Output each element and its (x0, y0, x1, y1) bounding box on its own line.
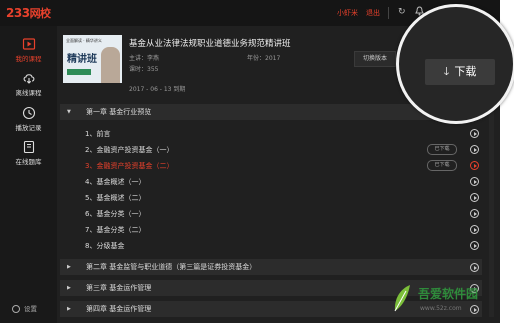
magnifier-callout: 🡓 下载 (396, 4, 514, 124)
divider (388, 7, 389, 19)
refresh-icon[interactable]: ↻ (398, 6, 406, 18)
logo-main: 233 (6, 6, 30, 20)
chapter-header[interactable]: ▶ 第二章 基金监管与职业道德（第三篇是证券投资基金） (60, 259, 482, 275)
lesson-item[interactable]: 6、基金分类（一） (85, 209, 145, 219)
play-square-icon (22, 36, 36, 50)
downloaded-badge: 已下载 (427, 144, 457, 155)
settings-button[interactable]: 设置 (12, 303, 37, 313)
course-cover: 全面解读 · 精华讲义 精讲班 (63, 35, 122, 83)
switch-version-button[interactable]: 切换版本 (354, 51, 396, 67)
course-teacher: 主讲：李燕 (129, 55, 160, 62)
sidebar-item-label: 在线题库 (15, 158, 42, 166)
teacher-photo (101, 47, 120, 83)
lesson-item-active[interactable]: 3、金融资产投资基金（二） (85, 161, 173, 171)
chapter-title: 第一章 基金行业预览 (86, 108, 152, 116)
sidebar-item-offline-courses[interactable]: 离线课程 (0, 70, 57, 106)
lesson-item[interactable]: 4、基金概述（一） (85, 177, 145, 187)
play-icon[interactable] (470, 161, 479, 170)
lesson-item[interactable]: 1、前言 (85, 129, 110, 139)
sidebar-item-question-bank[interactable]: 在线题库 (0, 139, 57, 175)
play-icon[interactable] (470, 225, 479, 234)
download-label: 下载 (454, 65, 477, 78)
site-watermark: 吾爱软件园 www.52z.com (378, 280, 514, 323)
play-icon[interactable] (470, 241, 479, 250)
logo-sub: 网校 (29, 7, 52, 20)
gear-icon (12, 305, 20, 313)
watermark-title: 吾爱软件园 (418, 287, 479, 301)
username-link[interactable]: 小虾米 (337, 8, 358, 18)
leaf-logo-icon (392, 283, 412, 313)
chapter-title: 第二章 基金监管与职业道德（第三篇是证券投资基金） (86, 263, 257, 271)
lesson-item[interactable]: 5、基金概述（二） (85, 193, 145, 203)
app-logo: 233网校 (6, 5, 51, 21)
sidebar-item-play-history[interactable]: 播放记录 (0, 105, 57, 141)
watermark-url: www.52z.com (420, 305, 462, 312)
chapter-title: 第三章 基金运作管理 (86, 284, 152, 292)
chapter-title: 第四章 基金运作管理 (86, 305, 152, 313)
download-arrow-icon: 🡓 (443, 65, 450, 78)
clock-icon (22, 105, 36, 120)
download-button[interactable]: 🡓 下载 (425, 59, 495, 85)
cloud-download-icon (22, 70, 36, 84)
sidebar: 我的课程 离线课程 播放记录 在线题库 (0, 26, 57, 323)
book-icon (22, 139, 36, 154)
lesson-item[interactable]: 8、分级基金 (85, 241, 124, 251)
play-icon[interactable] (470, 263, 479, 272)
course-hours: 课时：355 (129, 66, 159, 73)
downloaded-badge: 已下载 (427, 160, 457, 171)
cover-subtitle: 全面解读 · 精华讲义 (66, 38, 102, 43)
course-title: 基金从业法律法规职业道德业务规范精讲班 (129, 39, 291, 49)
caret-down-icon: ▼ (67, 109, 71, 115)
course-expiry: 2017 - 06 - 13 到期 (129, 86, 186, 93)
sidebar-item-label: 播放记录 (15, 124, 42, 132)
course-year: 年份：2017 (247, 55, 281, 62)
sidebar-item-my-courses[interactable]: 我的课程 (0, 36, 57, 72)
cover-title: 精讲班 (67, 54, 97, 65)
caret-right-icon: ▶ (67, 306, 71, 312)
settings-label: 设置 (24, 305, 37, 313)
cover-tag (67, 69, 91, 75)
sidebar-item-label: 我的课程 (15, 55, 42, 63)
play-icon[interactable] (470, 129, 479, 138)
play-icon[interactable] (470, 177, 479, 186)
play-icon[interactable] (470, 193, 479, 202)
caret-right-icon: ▶ (67, 285, 71, 291)
sidebar-item-label: 离线课程 (15, 89, 42, 97)
logout-link[interactable]: 退出 (366, 8, 380, 18)
play-icon[interactable] (470, 145, 479, 154)
play-icon[interactable] (470, 209, 479, 218)
caret-right-icon: ▶ (67, 264, 71, 270)
lesson-item[interactable]: 2、金融资产投资基金（一） (85, 145, 173, 155)
lesson-item[interactable]: 7、基金分类（二） (85, 225, 145, 235)
